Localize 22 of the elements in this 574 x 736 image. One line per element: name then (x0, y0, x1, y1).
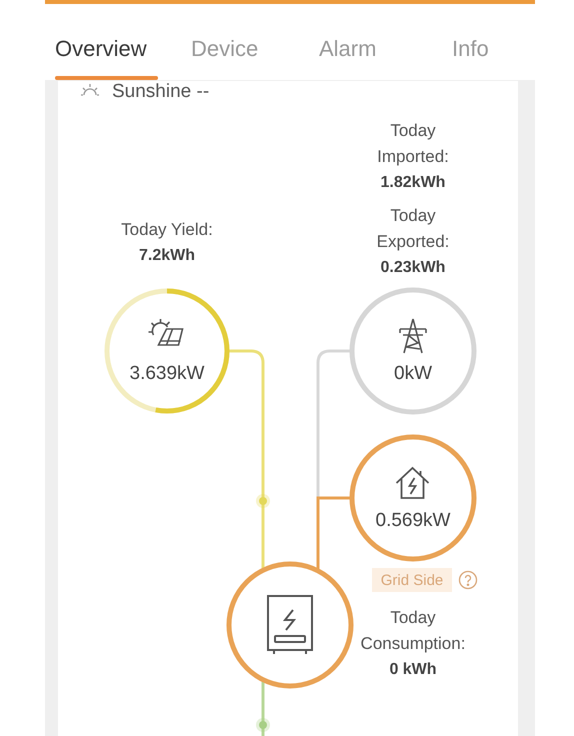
flow-dot (256, 494, 270, 508)
stat-label: Today Consumption: (360, 607, 466, 655)
stat-label: Today Yield: (120, 219, 214, 241)
tab[interactable]: Alarm (319, 26, 376, 72)
tab[interactable]: Device (191, 26, 258, 72)
house-icon (394, 464, 432, 502)
stat-value: 7.2kWh (138, 246, 195, 266)
grid-side-tag: Grid Side (372, 568, 452, 592)
power-value: 0kW (394, 363, 432, 385)
flow-dot (256, 718, 270, 732)
power-value: 0.569kW (376, 510, 450, 532)
stat-value: 0 kWh (389, 660, 437, 680)
stat-value: 1.82kWh (380, 173, 446, 193)
connector-line (262, 681, 264, 736)
stat-label: Today Exported: (376, 205, 450, 253)
tab[interactable]: Info (452, 26, 489, 72)
tab[interactable]: Overview (55, 26, 147, 72)
power-value: 3.639kW (130, 363, 204, 385)
stat-label: Today Imported: (376, 120, 450, 168)
weather-label: Sunshine -- (112, 81, 210, 103)
help-icon[interactable] (458, 570, 478, 590)
stat-value: 0.23kWh (380, 258, 446, 278)
